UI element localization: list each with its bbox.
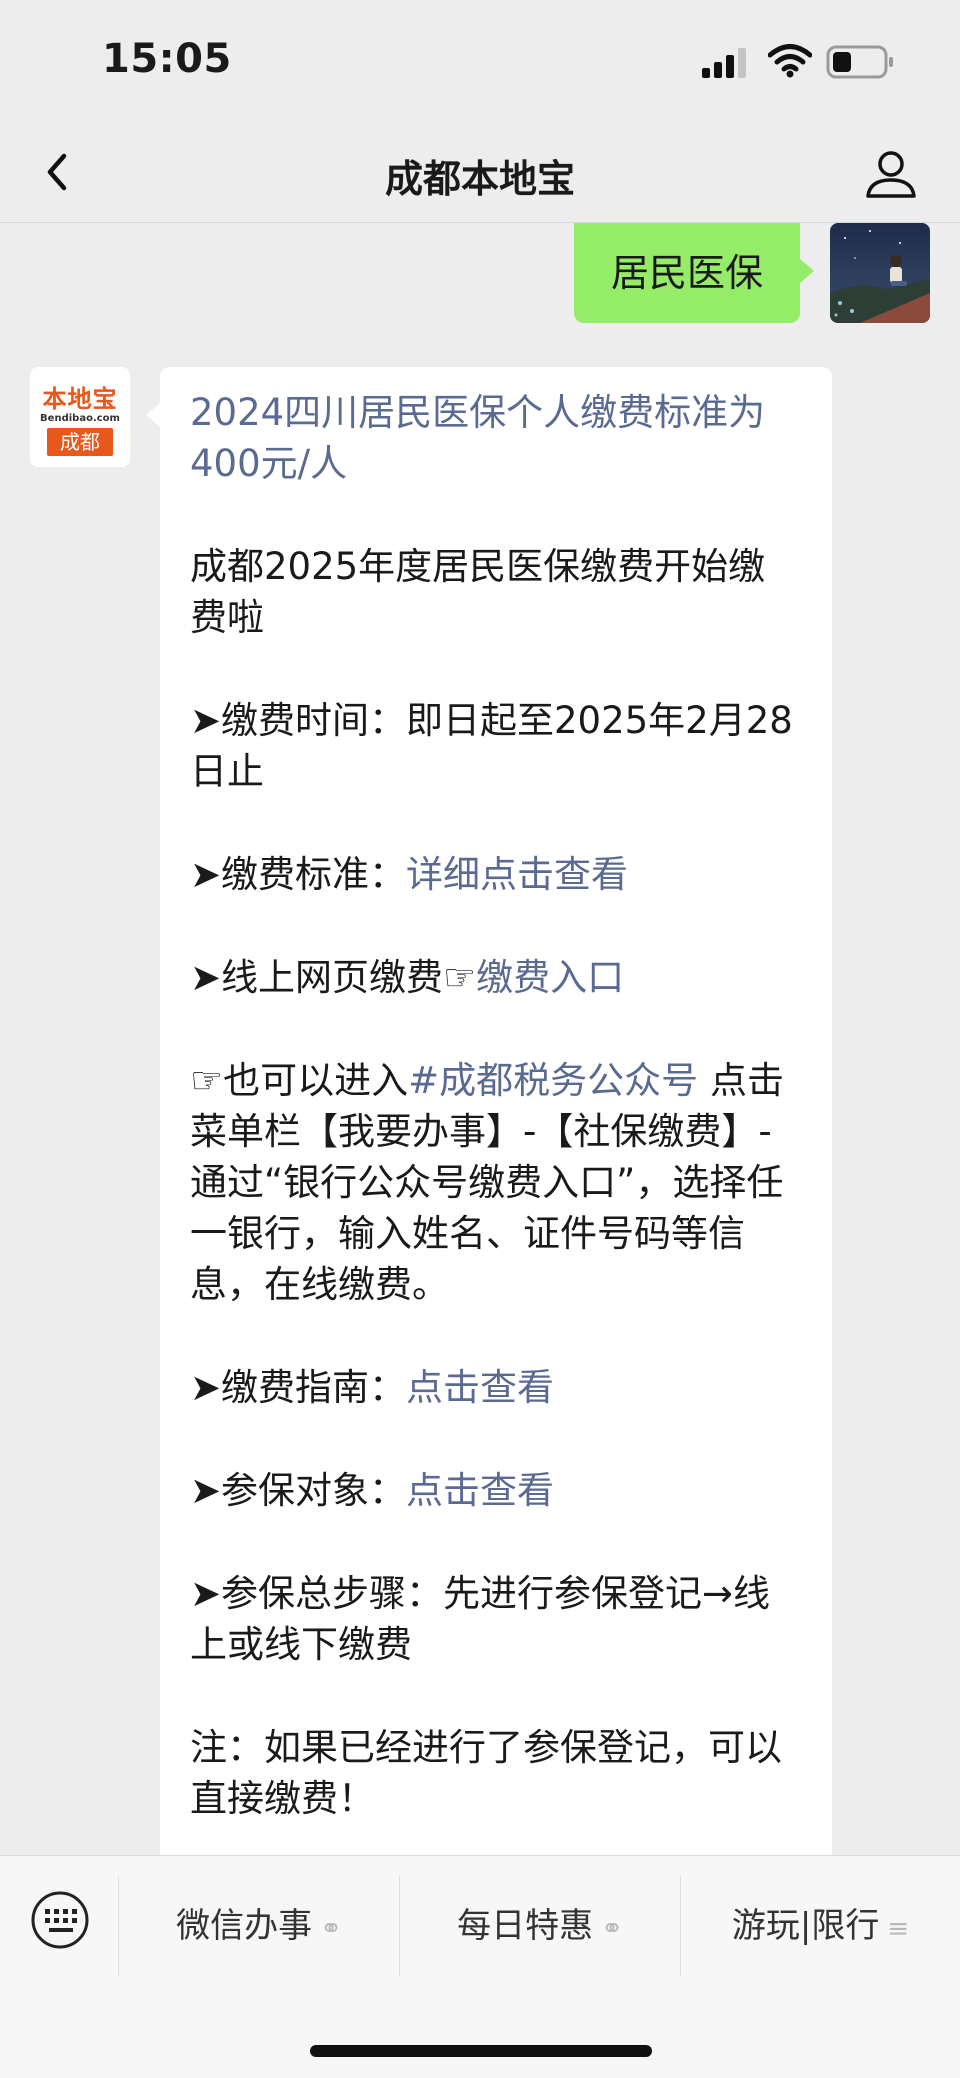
headline-link[interactable]: 2024四川居民医保个人缴费标准为400元/人	[190, 391, 765, 485]
tax-prefix: ☞也可以进入	[190, 1059, 409, 1102]
standard-label: ➤缴费标准：	[190, 853, 407, 896]
intro-text: 成都2025年度居民医保缴费开始缴费啦	[190, 545, 766, 639]
menu-item-label: 游玩|限行	[731, 1906, 880, 1946]
status-time: 15:05	[102, 36, 232, 82]
note-text: 注：如果已经进行了参保登记，可以直接缴费！	[190, 1726, 782, 1820]
link-icon: ⚭	[320, 1914, 342, 1944]
sender-avatar[interactable]: 本地宝 Bendibao.com 成都	[30, 367, 130, 467]
home-indicator[interactable]	[310, 2045, 652, 2057]
menu-item-travel-restriction[interactable]: 游玩|限行 ≡	[681, 1856, 960, 1996]
bottom-menu-bar: 微信办事 ⚭ 每日特惠 ⚭ 游玩|限行 ≡	[0, 1855, 960, 2078]
message-content: 2024四川居民医保个人缴费标准为400元/人 成都2025年度居民医保缴费开始…	[190, 387, 802, 1855]
avatar-illustration	[830, 223, 930, 323]
wifi-icon	[768, 44, 812, 78]
menu-item-label: 每日特惠	[457, 1906, 594, 1946]
outgoing-message-text: 居民医保	[610, 251, 763, 295]
link-icon: ⚭	[601, 1914, 623, 1944]
battery-icon	[826, 45, 893, 79]
guide-link[interactable]: 点击查看	[406, 1366, 554, 1409]
status-bar: 15:05	[0, 0, 960, 120]
chat-area[interactable]: 居民医保 本地宝 Bendibao.com 成都 2024四川居民医保个人缴费标…	[0, 223, 960, 1855]
menu-lines-icon: ≡	[887, 1914, 910, 1944]
menu-item-daily-deals[interactable]: 每日特惠 ⚭	[400, 1856, 680, 1996]
keyboard-icon[interactable]	[30, 1890, 90, 1950]
logo-url: Bendibao.com	[40, 413, 120, 424]
standard-link[interactable]: 详细点击查看	[406, 853, 628, 896]
nav-title: 成都本地宝	[384, 157, 575, 201]
my-avatar[interactable]	[830, 223, 930, 323]
guide-label: ➤缴费指南：	[190, 1366, 407, 1409]
payment-time-text: ➤缴费时间：即日起至2025年2月28日止	[190, 699, 793, 793]
target-link[interactable]: 点击查看	[406, 1469, 554, 1512]
target-label: ➤参保对象：	[190, 1469, 407, 1512]
online-label: ➤线上网页缴费☞	[190, 956, 477, 999]
menu-item-label: 微信办事	[176, 1906, 313, 1946]
menu-item-wechat-service[interactable]: 微信办事 ⚭	[119, 1856, 399, 1996]
incoming-message-bubble: 2024四川居民医保个人缴费标准为400元/人 成都2025年度居民医保缴费开始…	[146, 367, 832, 1855]
tax-account-link[interactable]: #成都税务公众号	[408, 1059, 698, 1102]
payment-entry-link[interactable]: 缴费入口	[476, 956, 624, 999]
logo-name: 本地宝	[42, 385, 118, 413]
steps-text: ➤参保总步骤：先进行参保登记→线上或线下缴费	[190, 1572, 771, 1666]
nav-bar: 成都本地宝	[0, 120, 960, 223]
logo-city: 成都	[47, 428, 113, 456]
outgoing-message-bubble[interactable]: 居民医保	[574, 223, 814, 323]
cellular-signal-icon	[702, 48, 746, 78]
profile-icon[interactable]	[862, 144, 920, 202]
